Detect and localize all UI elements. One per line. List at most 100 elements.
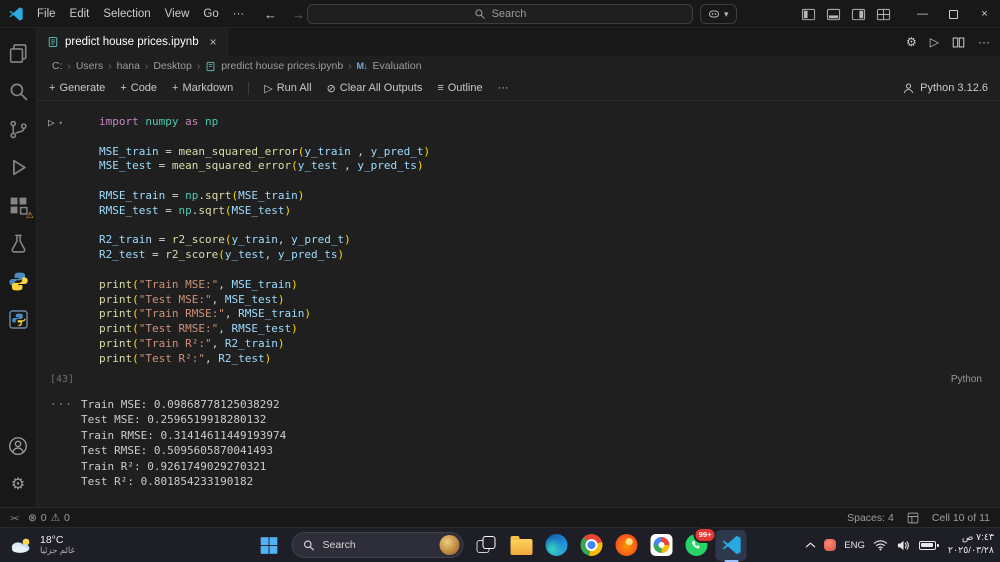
- code-line[interactable]: import numpy as np: [99, 115, 984, 130]
- testing-icon[interactable]: [0, 224, 36, 262]
- volume-icon[interactable]: [896, 539, 911, 552]
- code-line[interactable]: print("Test MSE:", MSE_test): [99, 293, 984, 308]
- task-view-button[interactable]: [471, 530, 502, 561]
- tab-close-icon[interactable]: ×: [210, 35, 217, 49]
- chrome-button[interactable]: [576, 530, 607, 561]
- language-indicator[interactable]: ENG: [844, 540, 865, 551]
- menu-go[interactable]: Go: [196, 5, 225, 23]
- photos-button[interactable]: [646, 530, 677, 561]
- code-line[interactable]: print("Train RMSE:", RMSE_train): [99, 307, 984, 322]
- code-line[interactable]: R2_train = r2_score(y_train, y_pred_t): [99, 233, 984, 248]
- vscode-taskbar-button[interactable]: [715, 529, 747, 561]
- taskbar-search-box[interactable]: Search: [291, 532, 464, 558]
- toggle-sidebar-icon[interactable]: [801, 7, 816, 22]
- add-markdown-button[interactable]: + Markdown: [172, 82, 233, 94]
- cell-editor[interactable]: import numpy as np MSE_train = mean_squa…: [99, 115, 1000, 367]
- problems-indicator[interactable]: ⊗ 0 ⚠ 0: [28, 512, 70, 524]
- toggle-panel-icon[interactable]: [826, 7, 841, 22]
- breadcrumb-drive[interactable]: C:: [52, 60, 63, 72]
- code-line[interactable]: print("Train MSE:", MSE_train): [99, 278, 984, 293]
- cell-language-label[interactable]: Python: [951, 374, 982, 385]
- outline-button[interactable]: ≡ Outline: [437, 82, 482, 94]
- cell-position-indicator[interactable]: Cell 10 of 11: [932, 512, 990, 524]
- run-cell-button[interactable]: ▷ ▾: [48, 116, 99, 129]
- command-center-search[interactable]: Search: [307, 4, 693, 24]
- code-line[interactable]: [99, 263, 984, 278]
- run-all-button[interactable]: ▷ Run All: [264, 82, 311, 95]
- breadcrumb-separator: ›: [196, 60, 201, 72]
- settings-gear-icon[interactable]: ⚙: [0, 465, 36, 503]
- output-collapse-button[interactable]: ···: [37, 397, 81, 490]
- menu-more[interactable]: ···: [226, 5, 252, 23]
- wifi-icon[interactable]: [873, 539, 888, 551]
- notebook-layout-icon[interactable]: [907, 512, 919, 524]
- close-button[interactable]: ×: [969, 0, 1000, 28]
- battery-icon[interactable]: [918, 540, 939, 550]
- search-icon: [474, 9, 485, 19]
- code-line[interactable]: print("Train R²:", R2_train): [99, 337, 984, 352]
- code-line[interactable]: RMSE_train = np.sqrt(MSE_train): [99, 189, 984, 204]
- menu-selection[interactable]: Selection: [96, 5, 157, 23]
- file-explorer-button[interactable]: [506, 530, 537, 561]
- code-line[interactable]: print("Test RMSE:", RMSE_test): [99, 322, 984, 337]
- code-line[interactable]: MSE_train = mean_squared_error(y_train ,…: [99, 145, 984, 160]
- code-line[interactable]: R2_test = r2_score(y_test, y_pred_ts): [99, 248, 984, 263]
- more-actions-icon[interactable]: ···: [978, 35, 990, 49]
- maximize-button[interactable]: [938, 0, 969, 28]
- code-line[interactable]: [99, 174, 984, 189]
- search-highlight-image[interactable]: [439, 535, 460, 555]
- clear-all-outputs-button[interactable]: ⊘ Clear All Outputs: [327, 82, 423, 95]
- source-control-icon[interactable]: [0, 110, 36, 148]
- tab-predict-house-prices[interactable]: predict house prices.ipynb ×: [37, 28, 228, 56]
- clock-widget[interactable]: ٧:٤٣ ص ٢٠٢٥/٠٣/٢٨: [948, 532, 994, 558]
- generate-button[interactable]: + Generate: [49, 82, 105, 94]
- menu-file[interactable]: File: [30, 5, 63, 23]
- notebook-settings-icon[interactable]: ⚙: [906, 35, 917, 49]
- customize-layout-icon[interactable]: [876, 7, 891, 22]
- python-extension-icon[interactable]: [0, 262, 36, 300]
- code-line[interactable]: [99, 130, 984, 145]
- indentation-indicator[interactable]: Spaces: 4: [847, 512, 894, 524]
- minimize-button[interactable]: —: [907, 0, 938, 28]
- remote-indicator[interactable]: ><: [10, 513, 19, 523]
- kernel-icon: [903, 82, 914, 93]
- chevron-down-icon: ▾: [724, 8, 729, 19]
- tray-app-icon[interactable]: [824, 539, 837, 551]
- breadcrumb-section[interactable]: Evaluation: [373, 60, 422, 72]
- forward-button[interactable]: →: [292, 7, 305, 22]
- breadcrumb-file[interactable]: predict house prices.ipynb: [221, 60, 343, 72]
- menu-view[interactable]: View: [158, 5, 197, 23]
- code-line[interactable]: [99, 219, 984, 234]
- copilot-button[interactable]: ▾: [700, 4, 737, 24]
- run-debug-icon[interactable]: [0, 148, 36, 186]
- toggle-secondary-sidebar-icon[interactable]: [851, 7, 866, 22]
- menu-edit[interactable]: Edit: [63, 5, 97, 23]
- code-line[interactable]: print("Test R²:", R2_test): [99, 352, 984, 367]
- breadcrumb-desktop[interactable]: Desktop: [153, 60, 192, 72]
- code-line[interactable]: MSE_test = mean_squared_error(y_test , y…: [99, 159, 984, 174]
- kernel-picker[interactable]: Python 3.12.6: [902, 82, 988, 95]
- breadcrumb-users[interactable]: Users: [76, 60, 103, 72]
- account-icon[interactable]: [0, 427, 36, 465]
- tray-chevron-icon[interactable]: [805, 541, 816, 549]
- search-view-icon[interactable]: [0, 72, 36, 110]
- extensions-icon[interactable]: ⚠: [0, 186, 36, 224]
- whatsapp-button[interactable]: 99+: [681, 526, 717, 561]
- weather-widget[interactable]: 18°C غائم جزئيا: [0, 534, 75, 556]
- python-environments-icon[interactable]: [0, 300, 36, 338]
- breadcrumb-user[interactable]: hana: [117, 60, 140, 72]
- outline-label: Outline: [447, 82, 483, 94]
- run-editor-icon[interactable]: ▷: [930, 35, 939, 49]
- back-button[interactable]: ←: [264, 7, 277, 22]
- edge-button[interactable]: [541, 530, 572, 561]
- code-line[interactable]: RMSE_test = np.sqrt(MSE_test): [99, 204, 984, 219]
- markdown-icon: M↓: [356, 61, 369, 71]
- split-editor-icon[interactable]: [952, 36, 965, 49]
- firefox-button[interactable]: [611, 530, 642, 561]
- firefox-icon: [615, 534, 637, 556]
- start-button[interactable]: [254, 530, 285, 561]
- toolbar-more-button[interactable]: ···: [498, 82, 509, 94]
- breadcrumb: C: › Users › hana › Desktop › predict ho…: [37, 56, 1000, 76]
- add-code-button[interactable]: + Code: [120, 82, 157, 94]
- explorer-icon[interactable]: [0, 34, 36, 72]
